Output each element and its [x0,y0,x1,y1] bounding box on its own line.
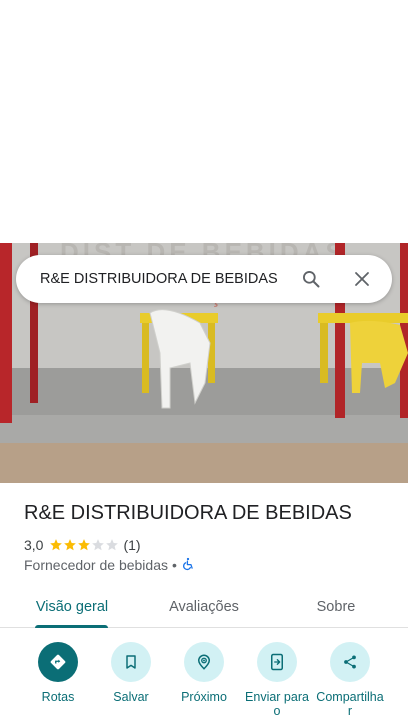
action-bar: Rotas Salvar Próximo Enviar para o Compa… [0,642,408,726]
rating-value: 3,0 [24,537,44,553]
place-title: R&E DISTRIBUIDORA DE BEBIDAS [24,502,352,524]
send-to-device-icon [257,642,297,682]
send-to-device-label: Enviar para o [245,690,309,718]
save-label: Salvar [113,690,149,704]
tab-reviews[interactable]: Avaliações [154,586,254,628]
close-icon[interactable] [350,267,374,291]
star-filled-icon [78,539,91,551]
nearby-label: Próximo [181,690,227,704]
star-empty-icon [92,539,105,551]
category-row: Fornecedor de bebidas • [24,556,195,574]
send-to-device-button[interactable]: Enviar para o [239,642,315,718]
place-category: Fornecedor de bebidas [24,557,168,573]
star-filled-icon [50,539,63,551]
review-count[interactable]: (1) [123,537,140,553]
save-button[interactable]: Salvar [93,642,169,704]
tab-overview[interactable]: Visão geral [22,586,122,628]
star-empty-icon [106,539,119,551]
share-icon [330,642,370,682]
nearby-icon [184,642,224,682]
star-filled-icon [64,539,77,551]
search-icon[interactable] [299,267,323,291]
blank-header-area [0,0,408,243]
nearby-button[interactable]: Próximo [166,642,242,704]
active-tab-indicator [35,625,108,628]
rating-stars [49,538,119,552]
directions-icon [38,642,78,682]
directions-button[interactable]: Rotas [20,642,96,704]
bookmark-icon [111,642,151,682]
search-bar[interactable]: R&E DISTRIBUIDORA DE BEBIDAS [16,255,392,303]
share-button[interactable]: Compartilhar [312,642,388,718]
share-label: Compartilhar [316,690,384,718]
rating-row[interactable]: 3,0 (1) [24,536,141,554]
place-tabs: Visão geral Avaliações Sobre [0,586,408,628]
tab-about[interactable]: Sobre [290,586,382,628]
category-separator: • [172,557,177,573]
directions-label: Rotas [41,690,75,704]
search-query[interactable]: R&E DISTRIBUIDORA DE BEBIDAS [40,271,299,287]
wheelchair-icon [181,557,195,574]
